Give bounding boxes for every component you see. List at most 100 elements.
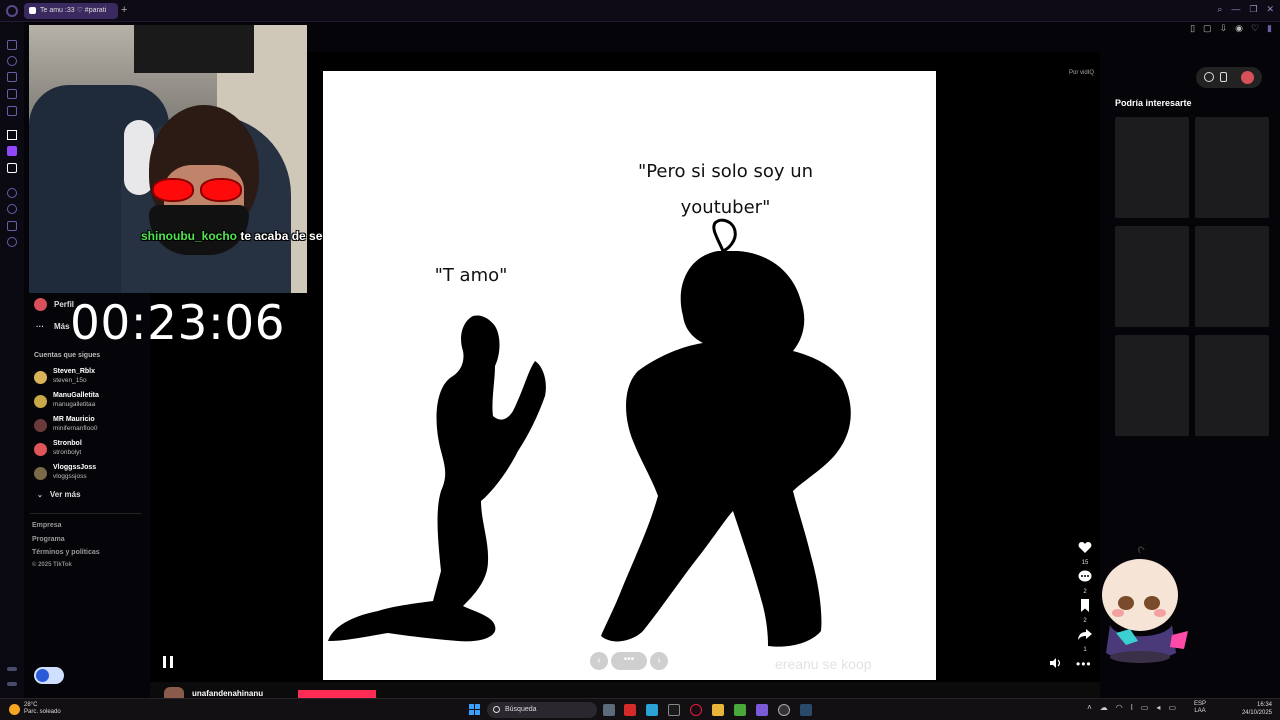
following-account[interactable]: Steven_Rblx steven_15o (34, 368, 144, 390)
footer-link-programa[interactable]: Programa (32, 536, 65, 543)
sidebar-settings-icon[interactable] (7, 237, 17, 247)
task-view-icon[interactable] (603, 704, 615, 716)
comment-icon (1078, 570, 1092, 582)
sidebar-history-icon[interactable] (7, 56, 17, 66)
chevron-up-icon[interactable]: ˄ (1087, 703, 1092, 712)
see-more-button[interactable]: ⌄ Ver más (37, 490, 81, 499)
carousel-next-button[interactable]: › (650, 652, 668, 670)
volume-icon[interactable] (1050, 658, 1062, 668)
sidebar-app-icon[interactable] (7, 130, 17, 140)
sidebar-menu-icon[interactable] (7, 682, 17, 686)
more-icon[interactable]: ··· (36, 322, 44, 331)
account-handle: vloggssjoss (53, 473, 87, 480)
sidebar-bag-icon[interactable] (7, 72, 17, 82)
sidebar-notes-icon[interactable] (7, 106, 17, 116)
phone-icon[interactable] (1220, 72, 1227, 82)
theme-toggle[interactable] (34, 667, 64, 684)
save-button[interactable]: 2 (1077, 599, 1093, 624)
suggestion-thumbnail[interactable] (1195, 226, 1269, 327)
discord-icon[interactable] (756, 704, 768, 716)
comment-button[interactable]: 2 (1077, 570, 1093, 595)
browser-toolbar: ▯ ▢ ⇩ ◉ ♡ ▮ (1190, 23, 1272, 34)
follow-button[interactable] (298, 690, 376, 698)
share-icon (1078, 629, 1092, 640)
search-tabs-icon[interactable]: ⌕ (1217, 4, 1222, 15)
comment-count: 2 (1083, 589, 1087, 595)
tiktok-favicon-icon (29, 7, 36, 14)
more-options-button[interactable]: ••• (1076, 657, 1092, 671)
following-account[interactable]: ManuGalletita manugalletitaa (34, 392, 144, 414)
compass-icon[interactable] (1204, 72, 1214, 82)
chevron-down-icon: ⌄ (37, 492, 43, 499)
browser-logo-icon[interactable] (6, 5, 18, 17)
suggestion-thumbnail[interactable] (1195, 117, 1269, 218)
speaker-icon[interactable]: ◂ (1156, 703, 1160, 712)
carousel-dots[interactable]: ••• (611, 652, 647, 670)
following-title: Cuentas que sigues (34, 352, 101, 359)
sidebar-home-icon[interactable] (7, 40, 17, 50)
footer-link-empresa[interactable]: Empresa (32, 522, 62, 529)
suggestion-thumbnail[interactable] (1115, 117, 1189, 218)
maximize-icon[interactable]: ❐ (1249, 4, 1257, 15)
steam-icon[interactable] (800, 704, 812, 716)
by-vidiq-label: Por vidIQ (1069, 70, 1095, 76)
language-code: ESP (1193, 701, 1206, 707)
file-explorer-icon[interactable] (712, 704, 724, 716)
sidebar-player-icon[interactable] (7, 221, 17, 231)
text-app-icon[interactable] (668, 704, 680, 716)
camera-icon[interactable]: ◉ (1235, 23, 1243, 34)
like-button[interactable]: 15 (1077, 541, 1093, 566)
clock[interactable]: 16:34 24/10/2025 (1242, 701, 1272, 717)
video-player[interactable]: "T amo" "Pero si solo soy un youtuber" e… (323, 71, 936, 680)
download-icon[interactable]: ⇩ (1220, 23, 1228, 34)
mic-icon[interactable]: ǀ (1131, 703, 1133, 712)
minecraft-icon[interactable] (734, 704, 746, 716)
heart-icon[interactable]: ♡ (1251, 23, 1259, 34)
suggestion-thumbnail[interactable] (1195, 335, 1269, 436)
windows-start-icon[interactable] (469, 704, 480, 715)
account-name: Stronbol (53, 440, 82, 447)
creator-username[interactable]: unafandenahinanu (192, 689, 263, 698)
nav-more[interactable]: Más (54, 322, 70, 331)
sidebar-messages-icon[interactable] (7, 89, 17, 99)
minimize-icon[interactable]: — (1231, 4, 1240, 15)
cloud-icon[interactable]: ☁ (1100, 703, 1108, 712)
following-account[interactable]: VloggssJoss vloggssjoss (34, 464, 144, 486)
screenshot-icon[interactable]: ▢ (1203, 23, 1212, 34)
sidebar-twitch-icon[interactable] (7, 146, 17, 156)
sidebar-toggle-icon[interactable]: ▮ (1267, 23, 1272, 34)
following-account[interactable]: Stronbol stronbolyt (34, 440, 144, 462)
suggestion-thumbnail[interactable] (1115, 226, 1189, 327)
suggestion-thumbnail[interactable] (1115, 335, 1189, 436)
language-indicator[interactable]: ESP LAA (1194, 701, 1206, 715)
weather-condition: Parc. soleado (24, 709, 61, 715)
footer-link-terms[interactable]: Términos y políticas (32, 549, 100, 556)
webcam-feed (29, 25, 307, 293)
vscode-icon[interactable] (646, 704, 658, 716)
pause-icon[interactable] (163, 656, 175, 668)
carousel-prev-button[interactable]: ‹ (590, 652, 608, 670)
follow-alert: shinoubu_kocho te acaba de seguir! (141, 229, 349, 243)
new-tab-button[interactable]: + (121, 4, 127, 16)
profile-avatar[interactable] (34, 298, 47, 311)
following-account[interactable]: MR Mauricio minifernanfloo0 (34, 416, 144, 438)
silhouettes-image (328, 218, 851, 647)
obs-icon[interactable] (778, 704, 790, 716)
stream-timer: 00:23:06 (70, 296, 286, 351)
calendar-app-icon[interactable] (624, 704, 636, 716)
profile-avatar[interactable] (1241, 71, 1254, 84)
opera-gx-icon[interactable] (690, 704, 702, 716)
bookmark-icon[interactable]: ▯ (1190, 23, 1195, 34)
taskbar-search[interactable]: Búsqueda (487, 702, 597, 718)
sidebar-more-icon[interactable] (7, 667, 17, 671)
battery-icon[interactable]: ▭ (1168, 703, 1176, 712)
share-button[interactable]: 1 (1077, 628, 1093, 653)
close-icon[interactable]: ✕ (1266, 4, 1274, 15)
browser-tab-active[interactable]: Te amu :33 ♡ #parati (24, 3, 118, 19)
sidebar-clock-icon[interactable] (7, 188, 17, 198)
sidebar-x-icon[interactable] (7, 163, 17, 173)
wifi-icon[interactable]: ◠ (1116, 703, 1123, 712)
sidebar-timer-icon[interactable] (7, 204, 17, 214)
network-icon[interactable]: ▭ (1141, 703, 1149, 712)
clock-time: 16:34 (1256, 702, 1272, 708)
